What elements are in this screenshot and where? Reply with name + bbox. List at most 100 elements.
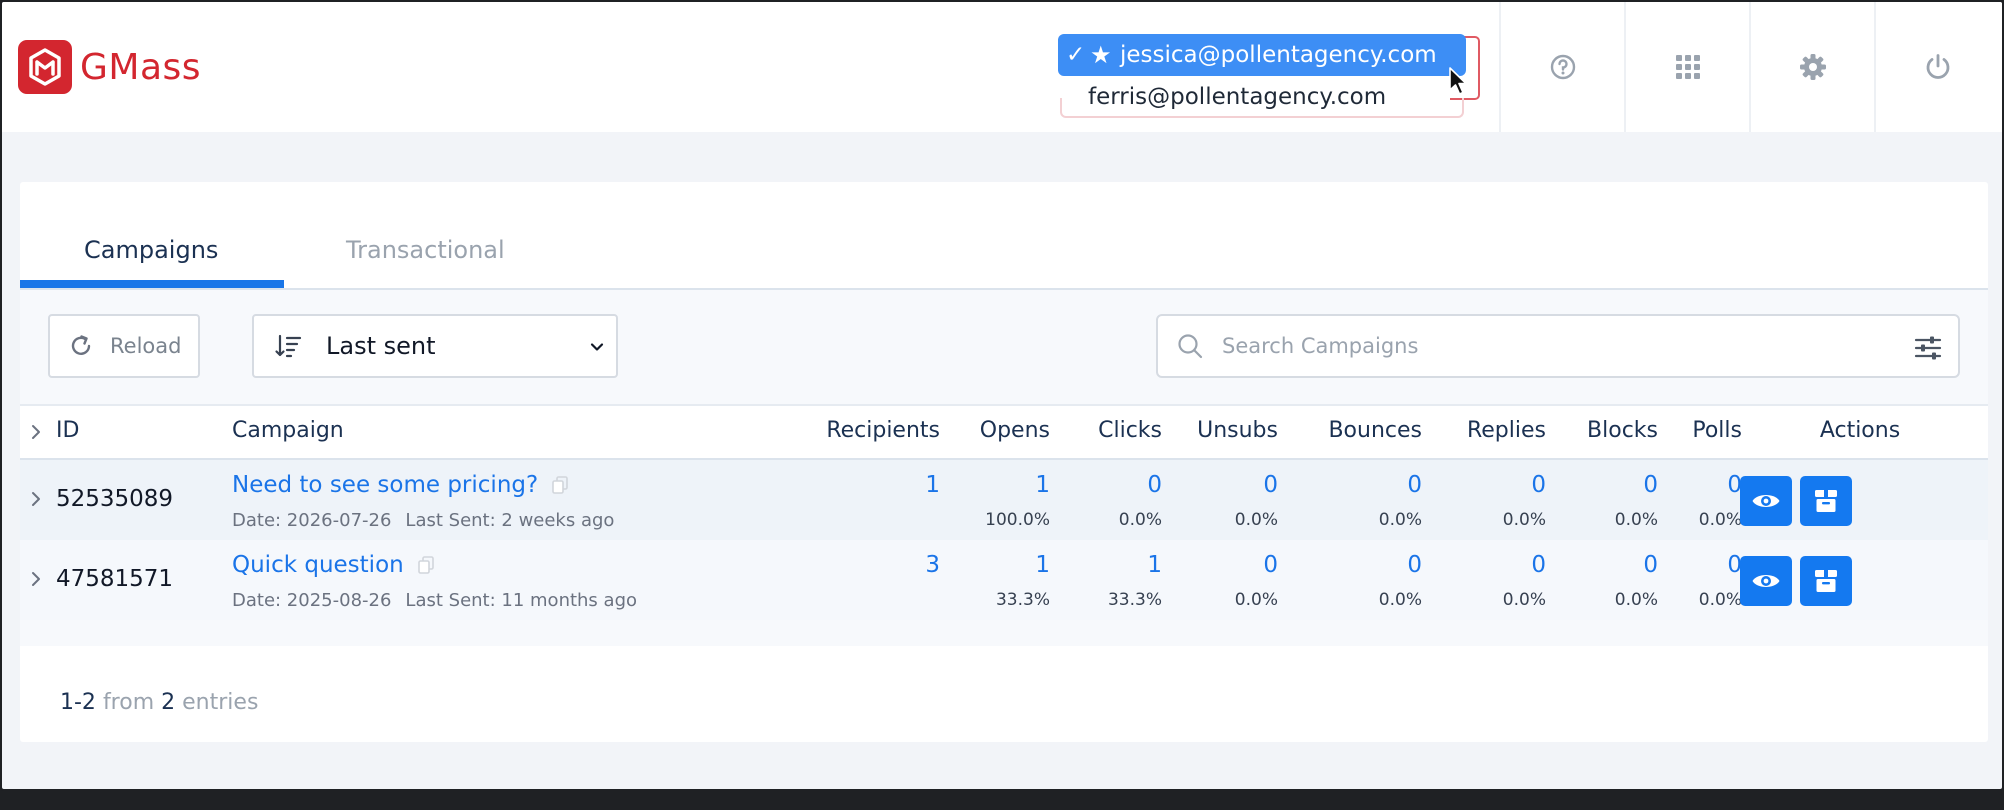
col-header-opens[interactable]: Opens bbox=[940, 418, 1050, 443]
bounces-percent: 0.0% bbox=[1378, 510, 1422, 530]
col-header-recipients[interactable]: Recipients bbox=[780, 418, 940, 443]
campaign-name: Quick question bbox=[232, 552, 404, 578]
unsubs-percent: 0.0% bbox=[1234, 510, 1278, 530]
logout-button[interactable] bbox=[1874, 2, 1999, 132]
recipients-count[interactable]: 3 bbox=[780, 552, 940, 578]
sort-select[interactable]: Last sent bbox=[252, 314, 618, 378]
expand-row-icon[interactable] bbox=[28, 568, 44, 590]
account-dropdown[interactable]: ✓ ★ jessica@pollentagency.com ferris@pol… bbox=[1058, 34, 1466, 118]
expand-all-icon[interactable] bbox=[28, 422, 44, 442]
pagination-from: from bbox=[102, 690, 155, 715]
opens-count[interactable]: 1 bbox=[940, 552, 1050, 578]
pagination-total: 2 bbox=[161, 690, 176, 715]
gmass-logo[interactable]: GMass bbox=[18, 40, 201, 94]
eye-icon bbox=[1752, 575, 1780, 587]
copy-icon[interactable] bbox=[552, 476, 569, 494]
recipients-count[interactable]: 1 bbox=[780, 472, 940, 498]
col-header-bounces[interactable]: Bounces bbox=[1278, 418, 1422, 443]
blocks-count[interactable]: 0 bbox=[1546, 472, 1658, 498]
apps-grid-icon bbox=[1675, 55, 1700, 79]
account-option-ferris[interactable]: ferris@pollentagency.com bbox=[1058, 76, 1466, 118]
campaign-meta: Date: 2026-07-26 Last Sent: 2 weeks ago bbox=[232, 510, 614, 531]
table-bottom-spacer bbox=[20, 620, 1988, 646]
tab-bar: Campaigns Transactional bbox=[20, 182, 1988, 290]
opens-percent: 33.3% bbox=[995, 590, 1050, 610]
col-header-polls[interactable]: Polls bbox=[1658, 418, 1742, 443]
eye-icon bbox=[1752, 495, 1780, 507]
power-icon bbox=[1926, 54, 1949, 79]
campaign-name-link[interactable]: Need to see some pricing? bbox=[232, 472, 569, 498]
clicks-count[interactable]: 1 bbox=[1050, 552, 1162, 578]
bounces-count[interactable]: 0 bbox=[1278, 552, 1422, 578]
pagination-entries: entries bbox=[182, 690, 259, 715]
opens-percent: 100.0% bbox=[985, 510, 1050, 530]
col-header-clicks[interactable]: Clicks bbox=[1050, 418, 1162, 443]
col-header-campaign[interactable]: Campaign bbox=[232, 418, 344, 443]
logo-text: GMass bbox=[80, 46, 202, 88]
gmass-logo-icon bbox=[18, 40, 72, 94]
view-campaign-button[interactable] bbox=[1740, 556, 1792, 606]
campaign-name-link[interactable]: Quick question bbox=[232, 552, 434, 578]
search-box bbox=[1156, 314, 1960, 378]
apps-button[interactable] bbox=[1624, 2, 1749, 132]
search-icon bbox=[1176, 332, 1204, 360]
check-icon: ✓ bbox=[1066, 42, 1086, 68]
tab-transactional[interactable]: Transactional bbox=[346, 236, 505, 264]
pagination-info: 1-2 from 2 entries bbox=[60, 690, 258, 715]
blocks-count[interactable]: 0 bbox=[1546, 552, 1658, 578]
expand-row-icon[interactable] bbox=[28, 488, 44, 510]
replies-count[interactable]: 0 bbox=[1422, 472, 1546, 498]
search-input[interactable] bbox=[1222, 334, 1902, 358]
opens-count[interactable]: 1 bbox=[940, 472, 1050, 498]
campaign-id: 52535089 bbox=[56, 486, 174, 512]
archive-campaign-button[interactable] bbox=[1800, 476, 1852, 526]
archive-campaign-button[interactable] bbox=[1800, 556, 1852, 606]
col-header-actions: Actions bbox=[1819, 418, 1901, 443]
filter-sliders-icon[interactable] bbox=[1914, 336, 1942, 360]
col-header-id[interactable]: ID bbox=[56, 418, 79, 443]
bounces-count[interactable]: 0 bbox=[1278, 472, 1422, 498]
table-header: ID Campaign Recipients Opens Clicks Unsu… bbox=[20, 404, 1988, 460]
replies-percent: 0.0% bbox=[1502, 510, 1546, 530]
polls-count[interactable]: 0 bbox=[1658, 552, 1742, 578]
clicks-count[interactable]: 0 bbox=[1050, 472, 1162, 498]
polls-percent: 0.0% bbox=[1698, 510, 1742, 530]
polls-count[interactable]: 0 bbox=[1658, 472, 1742, 498]
campaign-date: Date: 2025-08-26 bbox=[232, 590, 392, 611]
active-tab-indicator bbox=[20, 280, 284, 288]
bounces-percent: 0.0% bbox=[1378, 590, 1422, 610]
col-header-replies[interactable]: Replies bbox=[1422, 418, 1546, 443]
campaigns-panel: Campaigns Transactional Reload Last sent… bbox=[20, 182, 1988, 742]
col-header-unsubs[interactable]: Unsubs bbox=[1162, 418, 1278, 443]
unsubs-count[interactable]: 0 bbox=[1162, 552, 1278, 578]
star-icon: ★ bbox=[1090, 41, 1112, 69]
unsubs-count[interactable]: 0 bbox=[1162, 472, 1278, 498]
gear-icon bbox=[1799, 54, 1826, 80]
account-option-label: jessica@pollentagency.com bbox=[1120, 42, 1437, 68]
top-header: GMass ✓ ★ jessica@pollentagency.com ferr… bbox=[2, 2, 2002, 132]
view-campaign-button[interactable] bbox=[1740, 476, 1792, 526]
table-row[interactable]: 52535089 Need to see some pricing? Date:… bbox=[20, 460, 1988, 540]
copy-icon[interactable] bbox=[417, 556, 434, 574]
table-row[interactable]: 47581571 Quick question Date: 2025-08-26… bbox=[20, 540, 1988, 620]
mouse-cursor-icon bbox=[1449, 67, 1467, 95]
campaign-id: 47581571 bbox=[56, 566, 174, 592]
tab-campaigns[interactable]: Campaigns bbox=[84, 236, 218, 264]
help-button[interactable] bbox=[1499, 2, 1624, 132]
settings-button[interactable] bbox=[1749, 2, 1874, 132]
replies-count[interactable]: 0 bbox=[1422, 552, 1546, 578]
archive-box-icon bbox=[1815, 490, 1837, 512]
app-window: GMass ✓ ★ jessica@pollentagency.com ferr… bbox=[0, 0, 2004, 791]
pagination-range: 1-2 bbox=[60, 690, 96, 715]
campaign-last-sent: Last Sent: 2 weeks ago bbox=[405, 510, 615, 531]
reload-label: Reload bbox=[110, 334, 182, 358]
campaign-date: Date: 2026-07-26 bbox=[232, 510, 392, 531]
clicks-percent: 33.3% bbox=[1107, 590, 1162, 610]
reload-button[interactable]: Reload bbox=[48, 314, 200, 378]
sort-descending-icon bbox=[274, 332, 302, 360]
account-option-jessica[interactable]: ✓ ★ jessica@pollentagency.com bbox=[1058, 34, 1466, 76]
unsubs-percent: 0.0% bbox=[1234, 590, 1278, 610]
col-header-blocks[interactable]: Blocks bbox=[1546, 418, 1658, 443]
archive-box-icon bbox=[1815, 570, 1837, 592]
chevron-down-icon bbox=[588, 338, 606, 356]
